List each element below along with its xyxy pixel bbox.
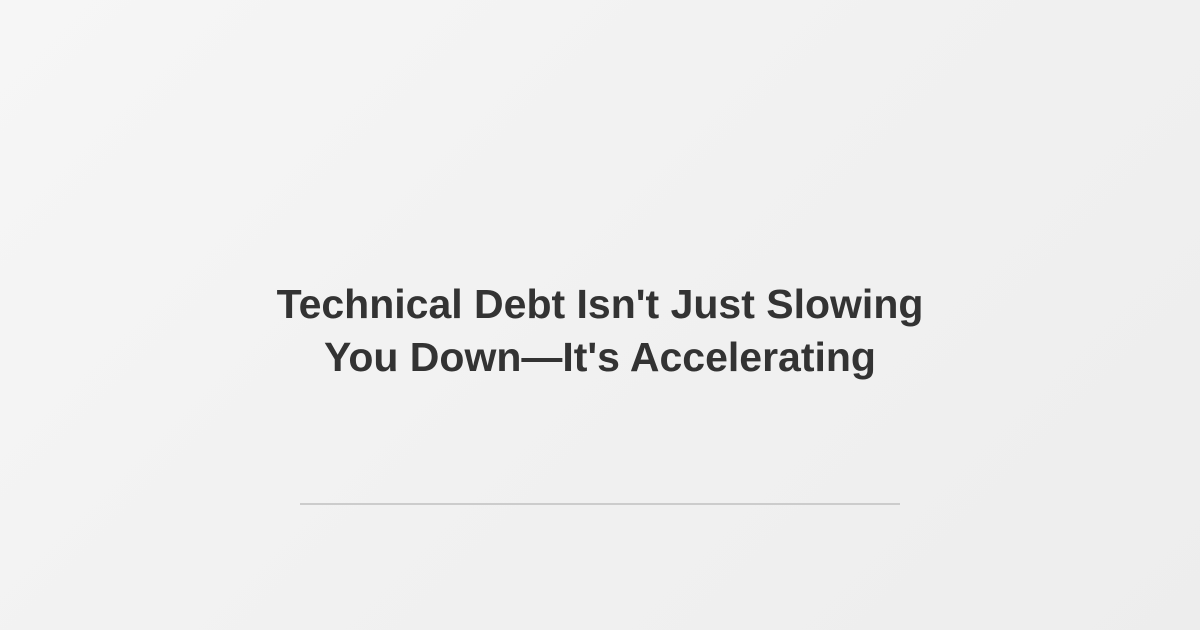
divider-rule [300,503,900,505]
card-title-line-1: Technical Debt Isn't Just Slowing [276,281,924,327]
card-title: Technical Debt Isn't Just Slowing You Do… [200,278,1000,384]
social-card: Technical Debt Isn't Just Slowing You Do… [0,0,1200,630]
card-title-line-2: You Down—It's Accelerating [324,334,876,380]
